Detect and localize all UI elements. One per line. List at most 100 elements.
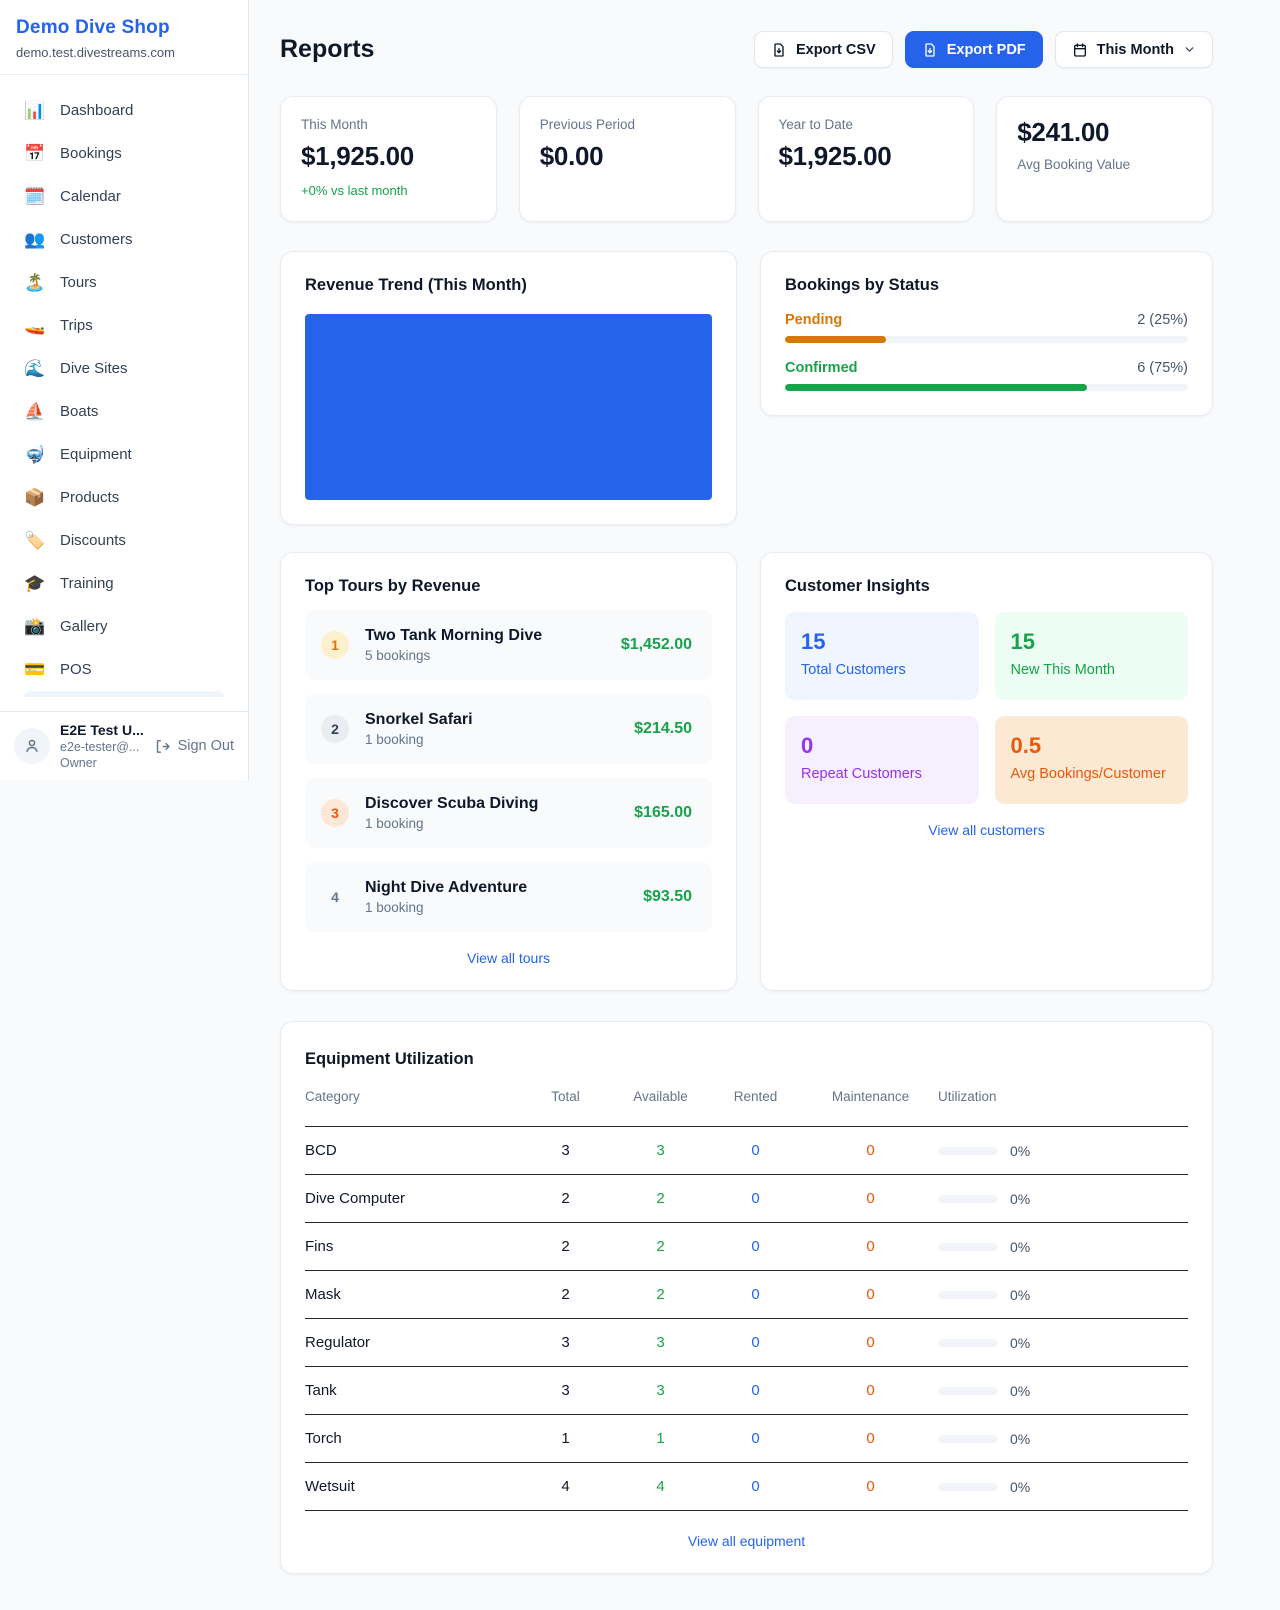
stat-delta: +0% vs last month xyxy=(301,183,476,198)
sidebar-item-tours[interactable]: 🏝️ Tours xyxy=(12,261,236,304)
view-all-customers-link[interactable]: View all customers xyxy=(785,822,1188,838)
rank-badge: 2 xyxy=(321,715,349,743)
cell-utilization: 0% xyxy=(938,1239,1188,1255)
file-download-icon xyxy=(922,42,938,58)
table-row: BCD 3 3 0 0 0% xyxy=(305,1127,1188,1175)
table-row: Tank 3 3 0 0 0% xyxy=(305,1367,1188,1415)
charts-row: Revenue Trend (This Month) Bookings by S… xyxy=(280,251,1213,525)
stat-label: This Month xyxy=(301,117,476,132)
tour-row: 2 Snorkel Safari 1 booking $214.50 xyxy=(305,694,712,764)
utilization-bar xyxy=(938,1243,998,1251)
sidebar-item-gallery[interactable]: 📸 Gallery xyxy=(12,605,236,648)
cell-category: Torch xyxy=(305,1430,518,1447)
cell-category: Dive Computer xyxy=(305,1190,518,1207)
sidebar-item-trips[interactable]: 🚤 Trips xyxy=(12,304,236,347)
stat-value: $1,925.00 xyxy=(779,141,954,172)
sidebar-item-bookings[interactable]: 📅 Bookings xyxy=(12,132,236,175)
column-header-maintenance: Maintenance xyxy=(803,1089,938,1104)
utilization-bar xyxy=(938,1387,998,1395)
sidebar-item-dashboard[interactable]: 📊 Dashboard xyxy=(12,89,236,132)
sidebar-item-dive-sites[interactable]: 🌊 Dive Sites xyxy=(12,347,236,390)
equipment-icon: 🤿 xyxy=(24,445,46,465)
cell-category: Wetsuit xyxy=(305,1478,518,1495)
tour-revenue: $93.50 xyxy=(643,888,692,906)
cell-maintenance: 0 xyxy=(803,1430,938,1447)
sidebar-item-partial-highlight[interactable] xyxy=(24,691,224,697)
cell-rented: 0 xyxy=(708,1478,803,1495)
cell-total: 3 xyxy=(518,1382,613,1399)
stat-card-this-month: This Month $1,925.00 +0% vs last month xyxy=(280,96,497,222)
top-tours-title: Top Tours by Revenue xyxy=(305,577,712,596)
table-row: Regulator 3 3 0 0 0% xyxy=(305,1319,1188,1367)
sidebar-item-label: Boats xyxy=(60,403,98,420)
sidebar-item-label: POS xyxy=(60,661,92,678)
export-pdf-button[interactable]: Export PDF xyxy=(905,31,1043,68)
cell-maintenance: 0 xyxy=(803,1286,938,1303)
gallery-icon: 📸 xyxy=(24,617,46,637)
tour-bookings: 5 bookings xyxy=(365,648,605,663)
pos-icon: 💳 xyxy=(24,660,46,680)
sidebar-item-label: Dashboard xyxy=(60,102,133,119)
table-header-row: Category Total Available Rented Maintena… xyxy=(305,1089,1188,1127)
utilization-bar xyxy=(938,1291,998,1299)
tour-bookings: 1 booking xyxy=(365,732,618,747)
sidebar-item-training[interactable]: 🎓 Training xyxy=(12,562,236,605)
cell-maintenance: 0 xyxy=(803,1478,938,1495)
cell-available: 2 xyxy=(613,1190,708,1207)
cell-available: 3 xyxy=(613,1382,708,1399)
sign-out-button[interactable]: Sign Out xyxy=(154,738,234,755)
sidebar-item-label: Discounts xyxy=(60,532,126,549)
cell-rented: 0 xyxy=(708,1190,803,1207)
utilization-bar xyxy=(938,1339,998,1347)
equipment-utilization-title: Equipment Utilization xyxy=(305,1050,1188,1069)
cell-available: 2 xyxy=(613,1286,708,1303)
insight-label: Total Customers xyxy=(801,662,963,678)
calendar-icon xyxy=(1072,42,1088,58)
rank-badge: 3 xyxy=(321,799,349,827)
logout-icon xyxy=(154,738,171,755)
insight-label: Avg Bookings/Customer xyxy=(1011,766,1173,782)
file-download-icon xyxy=(771,42,787,58)
customers-icon: 👥 xyxy=(24,230,46,250)
table-row: Wetsuit 4 4 0 0 0% xyxy=(305,1463,1188,1511)
customer-insights-title: Customer Insights xyxy=(785,577,1188,596)
sidebar-nav: 📊 Dashboard 📅 Bookings 🗓️ Calendar 👥 Cus… xyxy=(0,75,248,711)
discounts-icon: 🏷️ xyxy=(24,531,46,551)
cell-utilization: 0% xyxy=(938,1431,1188,1447)
bookings-icon: 📅 xyxy=(24,144,46,164)
view-all-tours-link[interactable]: View all tours xyxy=(305,950,712,966)
cell-utilization: 0% xyxy=(938,1479,1188,1495)
cell-rented: 0 xyxy=(708,1382,803,1399)
sidebar-item-label: Products xyxy=(60,489,119,506)
sidebar-item-boats[interactable]: ⛵ Boats xyxy=(12,390,236,433)
cell-maintenance: 0 xyxy=(803,1142,938,1159)
utilization-percent: 0% xyxy=(1010,1239,1030,1255)
tour-revenue: $214.50 xyxy=(634,720,692,738)
user-panel: E2E Test U... e2e-tester@... Owner Sign … xyxy=(0,711,248,780)
sidebar-item-calendar[interactable]: 🗓️ Calendar xyxy=(12,175,236,218)
sidebar-item-products[interactable]: 📦 Products xyxy=(12,476,236,519)
revenue-trend-card: Revenue Trend (This Month) xyxy=(280,251,737,525)
sidebar-item-customers[interactable]: 👥 Customers xyxy=(12,218,236,261)
period-dropdown[interactable]: This Month xyxy=(1055,31,1213,68)
cell-category: BCD xyxy=(305,1142,518,1159)
sidebar-item-pos[interactable]: 💳 POS xyxy=(12,648,236,691)
export-pdf-label: Export PDF xyxy=(947,42,1026,58)
insight-tile-repeat-customers: 0 Repeat Customers xyxy=(785,716,979,804)
sidebar-item-discounts[interactable]: 🏷️ Discounts xyxy=(12,519,236,562)
stat-value: $0.00 xyxy=(540,141,715,172)
sidebar-item-label: Calendar xyxy=(60,188,121,205)
sidebar-item-label: Dive Sites xyxy=(60,360,128,377)
sidebar-item-label: Trips xyxy=(60,317,93,334)
tour-revenue: $1,452.00 xyxy=(621,636,692,654)
cell-available: 1 xyxy=(613,1430,708,1447)
tour-bookings: 1 booking xyxy=(365,816,618,831)
view-all-equipment-link[interactable]: View all equipment xyxy=(305,1533,1188,1549)
tour-name: Discover Scuba Diving xyxy=(365,795,618,813)
utilization-bar xyxy=(938,1483,998,1491)
cell-maintenance: 0 xyxy=(803,1238,938,1255)
calendar-icon: 🗓️ xyxy=(24,187,46,207)
stat-value: $1,925.00 xyxy=(301,141,476,172)
sidebar-item-equipment[interactable]: 🤿 Equipment xyxy=(12,433,236,476)
export-csv-button[interactable]: Export CSV xyxy=(754,31,893,68)
